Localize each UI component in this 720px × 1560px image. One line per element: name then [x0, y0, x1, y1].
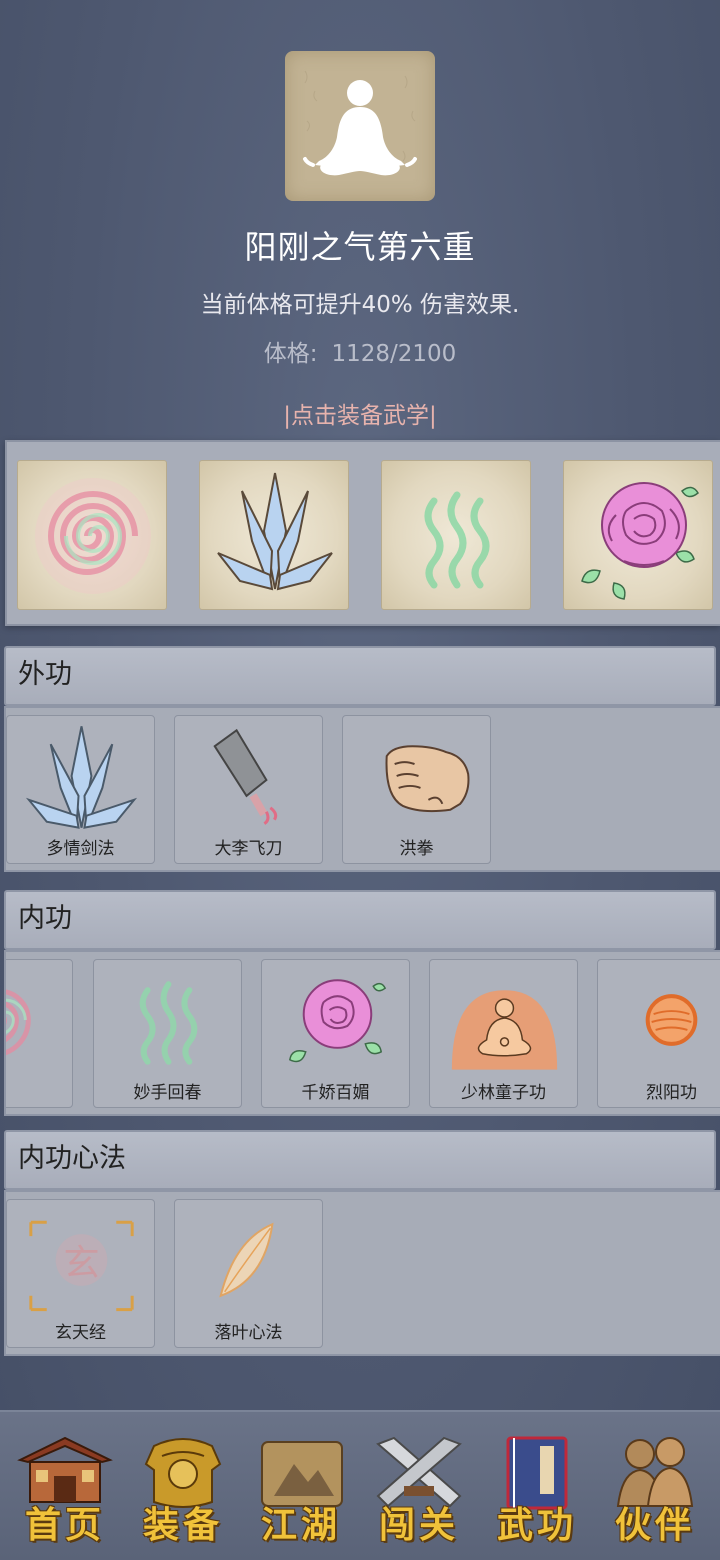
tab-companions[interactable]: 伙伴: [600, 1426, 710, 1552]
section-header-waigong: 外功: [4, 646, 716, 706]
skill-card-luoye[interactable]: 落叶心法: [174, 1199, 323, 1348]
skill-card-xuantian[interactable]: 玄 玄天经: [6, 1199, 155, 1348]
skill-card-label: 少林童子功: [461, 1083, 546, 1103]
constitution-value: 1128/2100: [331, 341, 457, 367]
tab-label: 首页: [24, 1504, 105, 1546]
spiral-icon: [6, 989, 31, 1056]
tab-label: 装备: [142, 1504, 223, 1546]
skill-card-label: 大李飞刀: [214, 839, 283, 859]
meditating-monk-icon: [451, 990, 558, 1070]
section-header-xinfa: 内功心法: [4, 1130, 716, 1190]
constitution-stat: 体格: 1128/2100: [0, 334, 720, 368]
skill-card-miaoshou[interactable]: 妙手回春: [93, 959, 242, 1108]
rose-icon: [288, 979, 387, 1063]
skill-card-label: 洪拳: [399, 839, 434, 859]
tab-jianghu[interactable]: 江湖: [246, 1426, 356, 1552]
tab-label: 武功: [496, 1504, 577, 1546]
rose-icon: [581, 482, 699, 600]
equip-martial-arts-link[interactable]: |点击装备武学|: [0, 396, 720, 430]
skill-card-label: 千娇百媚: [301, 1083, 370, 1103]
meditating-figure-icon: [303, 70, 417, 176]
skill-card-hongquan[interactable]: 洪拳: [342, 715, 491, 864]
skill-card-label: 玄天经: [55, 1323, 106, 1343]
section-body-xinfa: 玄 玄天经 落叶心法: [4, 1190, 720, 1356]
skill-card-shaolin[interactable]: 少林童子功: [429, 959, 578, 1108]
meditation-avatar: [285, 51, 435, 201]
ice-blade-icon: [25, 726, 138, 829]
section-header-neigong: 内功: [4, 890, 716, 950]
tab-label: 伙伴: [614, 1504, 695, 1546]
sun-orb-icon: [645, 994, 698, 1046]
tab-martial-arts[interactable]: 武功: [482, 1426, 592, 1552]
realm-description: 当前体格可提升40% 伤害效果.: [200, 292, 520, 318]
skill-card-label: 妙手回春: [133, 1083, 202, 1103]
green-waves-icon: [139, 981, 198, 1065]
skill-card-label: 落叶心法: [214, 1323, 283, 1343]
leaf-icon: [219, 1222, 274, 1298]
realm-title: 阳刚之气第六重: [244, 228, 476, 266]
fist-icon: [385, 745, 470, 813]
skill-card-label: 诀: [6, 1078, 72, 1103]
equipped-slot-4[interactable]: [563, 460, 713, 610]
equipped-slot-3[interactable]: [381, 460, 531, 610]
skill-card-qianjiao[interactable]: 千娇百媚: [261, 959, 410, 1108]
skill-card-label: 烈阳功: [646, 1083, 697, 1103]
section-body-neigong: 诀 妙手回春 千娇百媚: [4, 950, 720, 1116]
equipped-skills-row: [5, 440, 720, 626]
green-waves-icon: [424, 491, 490, 589]
tab-equipment[interactable]: 装备: [128, 1426, 238, 1552]
tab-home[interactable]: 首页: [10, 1426, 120, 1552]
section-body-waigong: 多情剑法 大李飞刀 洪拳: [4, 706, 720, 872]
profile-header: 阳刚之气第六重 当前体格可提升40% 伤害效果. 体格: 1128/2100 |点…: [0, 0, 720, 440]
skill-card-partial[interactable]: 诀: [6, 959, 73, 1108]
bottom-tab-bar: 首页 装备 江湖 闯关 武功 伙伴: [0, 1410, 720, 1560]
xuan-glyph: 玄: [63, 1243, 100, 1284]
skill-card-duoqing[interactable]: 多情剑法: [6, 715, 155, 864]
skill-card-label: 多情剑法: [46, 839, 115, 859]
equipped-slot-1[interactable]: [17, 460, 167, 610]
spiral-icon: [35, 478, 151, 594]
skill-card-xiaoli[interactable]: 大李飞刀: [174, 715, 323, 864]
tab-label: 江湖: [260, 1504, 341, 1546]
cleaver-icon: [213, 728, 278, 825]
ice-blade-icon: [217, 472, 333, 591]
tab-challenge[interactable]: 闯关: [364, 1426, 474, 1552]
constitution-label: 体格:: [263, 341, 318, 367]
equipped-slot-2[interactable]: [199, 460, 349, 610]
skill-card-lieyang[interactable]: 烈阳功: [597, 959, 720, 1108]
tab-label: 闯关: [378, 1504, 459, 1546]
